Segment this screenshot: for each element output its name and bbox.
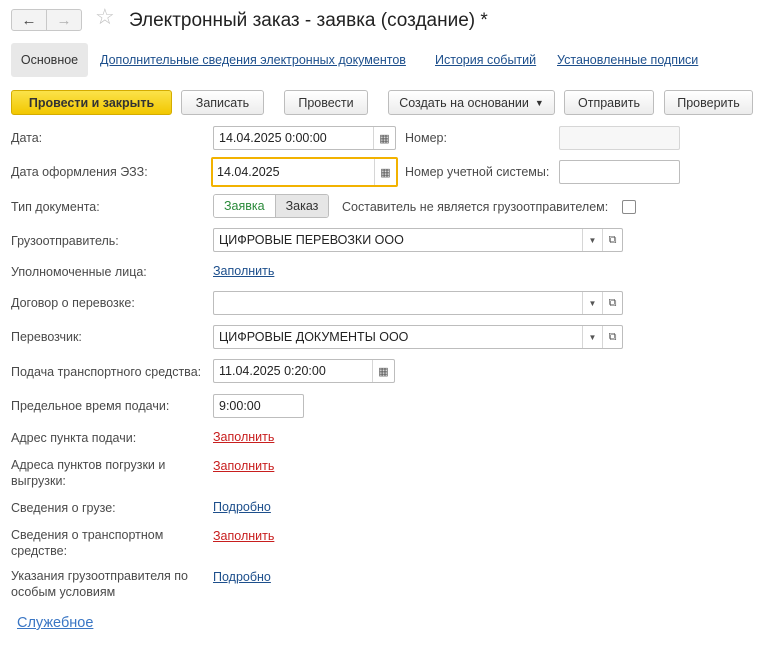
open-icon[interactable]: ⧉: [602, 292, 622, 314]
number-field[interactable]: [559, 126, 680, 150]
ezz-date-label: Дата оформления ЭЗЗ:: [11, 165, 148, 179]
doc-type-option-order[interactable]: Заказ: [275, 195, 329, 217]
vehicle-info-label-2: средстве:: [11, 544, 68, 558]
authorized-fill-link[interactable]: Заполнить: [213, 264, 274, 278]
number-label: Номер:: [405, 131, 447, 145]
special-conditions-label-1: Указания грузоотправителя по: [11, 569, 188, 583]
special-conditions-details-link[interactable]: Подробно: [213, 570, 271, 584]
supply-address-fill-link[interactable]: Заполнить: [213, 430, 274, 444]
open-icon[interactable]: ⧉: [602, 229, 622, 251]
star-icon[interactable]: ☆: [95, 6, 115, 28]
deadline-label: Предельное время подачи:: [11, 399, 170, 413]
create-based-on-label: Создать на основании: [399, 95, 529, 110]
shipper-label: Грузоотправитель:: [11, 234, 119, 248]
account-number-label: Номер учетной системы:: [405, 165, 550, 179]
special-conditions-label-2: особым условиям: [11, 585, 116, 599]
calendar-icon[interactable]: ▦: [373, 127, 395, 149]
shipper-field[interactable]: ЦИФРОВЫЕ ПЕРЕВОЗКИ ООО ▼ ⧉: [213, 228, 623, 252]
load-addresses-label-2: выгрузки:: [11, 474, 66, 488]
calendar-icon[interactable]: ▦: [374, 159, 396, 185]
tab-main[interactable]: Основное: [11, 43, 88, 77]
supply-address-label: Адрес пункта подачи:: [11, 431, 137, 445]
save-button[interactable]: Записать: [181, 90, 264, 115]
service-section-link[interactable]: Служебное: [17, 615, 93, 631]
doc-type-toggle[interactable]: Заявка Заказ: [213, 194, 330, 218]
vehicle-supply-value: 11.04.2025 0:20:00: [219, 364, 326, 378]
deadline-field[interactable]: 9:00:00: [213, 394, 304, 418]
date-label: Дата:: [11, 131, 43, 145]
page-title: Электронный заказ - заявка (создание) *: [129, 10, 488, 31]
ezz-date-field[interactable]: 14.04.2025 ▦: [211, 157, 398, 187]
post-and-close-button[interactable]: Провести и закрыть: [11, 90, 172, 115]
arrow-right-icon: →: [56, 11, 72, 29]
carrier-field[interactable]: ЦИФРОВЫЕ ДОКУМЕНТЫ ООО ▼ ⧉: [213, 325, 623, 349]
contract-label: Договор о перевозке:: [11, 296, 135, 310]
cargo-info-label: Сведения о грузе:: [11, 501, 116, 515]
date-value: 14.04.2025 0:00:00: [219, 131, 327, 145]
vehicle-supply-field[interactable]: 11.04.2025 0:20:00 ▦: [213, 359, 395, 383]
tab-history[interactable]: История событий: [435, 53, 536, 67]
shipper-value: ЦИФРОВЫЕ ПЕРЕВОЗКИ ООО: [219, 233, 404, 247]
check-button[interactable]: Проверить: [664, 90, 753, 115]
doc-type-option-request[interactable]: Заявка: [214, 195, 276, 217]
contract-field[interactable]: ▼ ⧉: [213, 291, 623, 315]
authorized-label: Уполномоченные лица:: [11, 265, 147, 279]
carrier-value: ЦИФРОВЫЕ ДОКУМЕНТЫ ООО: [219, 330, 409, 344]
tab-signatures[interactable]: Установленные подписи: [557, 53, 698, 67]
tab-additional-info[interactable]: Дополнительные сведения электронных доку…: [100, 53, 406, 67]
load-addresses-fill-link[interactable]: Заполнить: [213, 459, 274, 473]
ezz-date-value: 14.04.2025: [217, 165, 280, 179]
post-button[interactable]: Провести: [284, 90, 368, 115]
chevron-down-icon: ▼: [534, 97, 544, 108]
not-shipper-label: Составитель не является грузоотправителе…: [342, 200, 609, 214]
not-shipper-checkbox[interactable]: [622, 200, 636, 214]
forward-button[interactable]: →: [46, 9, 82, 31]
date-field[interactable]: 14.04.2025 0:00:00 ▦: [213, 126, 396, 150]
calendar-icon[interactable]: ▦: [372, 360, 394, 382]
chevron-down-icon[interactable]: ▼: [582, 292, 602, 314]
arrow-left-icon: ←: [21, 11, 37, 29]
cargo-info-details-link[interactable]: Подробно: [213, 500, 271, 514]
carrier-label: Перевозчик:: [11, 330, 82, 344]
send-button[interactable]: Отправить: [564, 90, 654, 115]
deadline-value: 9:00:00: [219, 399, 261, 413]
doc-type-label: Тип документа:: [11, 200, 100, 214]
create-based-on-button[interactable]: Создать на основании ▼: [388, 90, 555, 115]
back-button[interactable]: ←: [11, 9, 47, 31]
load-addresses-label-1: Адреса пунктов погрузки и: [11, 458, 166, 472]
account-number-field[interactable]: [559, 160, 680, 184]
vehicle-info-label-1: Сведения о транспортном: [11, 528, 164, 542]
vehicle-info-fill-link[interactable]: Заполнить: [213, 529, 274, 543]
vehicle-supply-label: Подача транспортного средства:: [11, 365, 202, 379]
chevron-down-icon[interactable]: ▼: [582, 229, 602, 251]
chevron-down-icon[interactable]: ▼: [582, 326, 602, 348]
open-icon[interactable]: ⧉: [602, 326, 622, 348]
